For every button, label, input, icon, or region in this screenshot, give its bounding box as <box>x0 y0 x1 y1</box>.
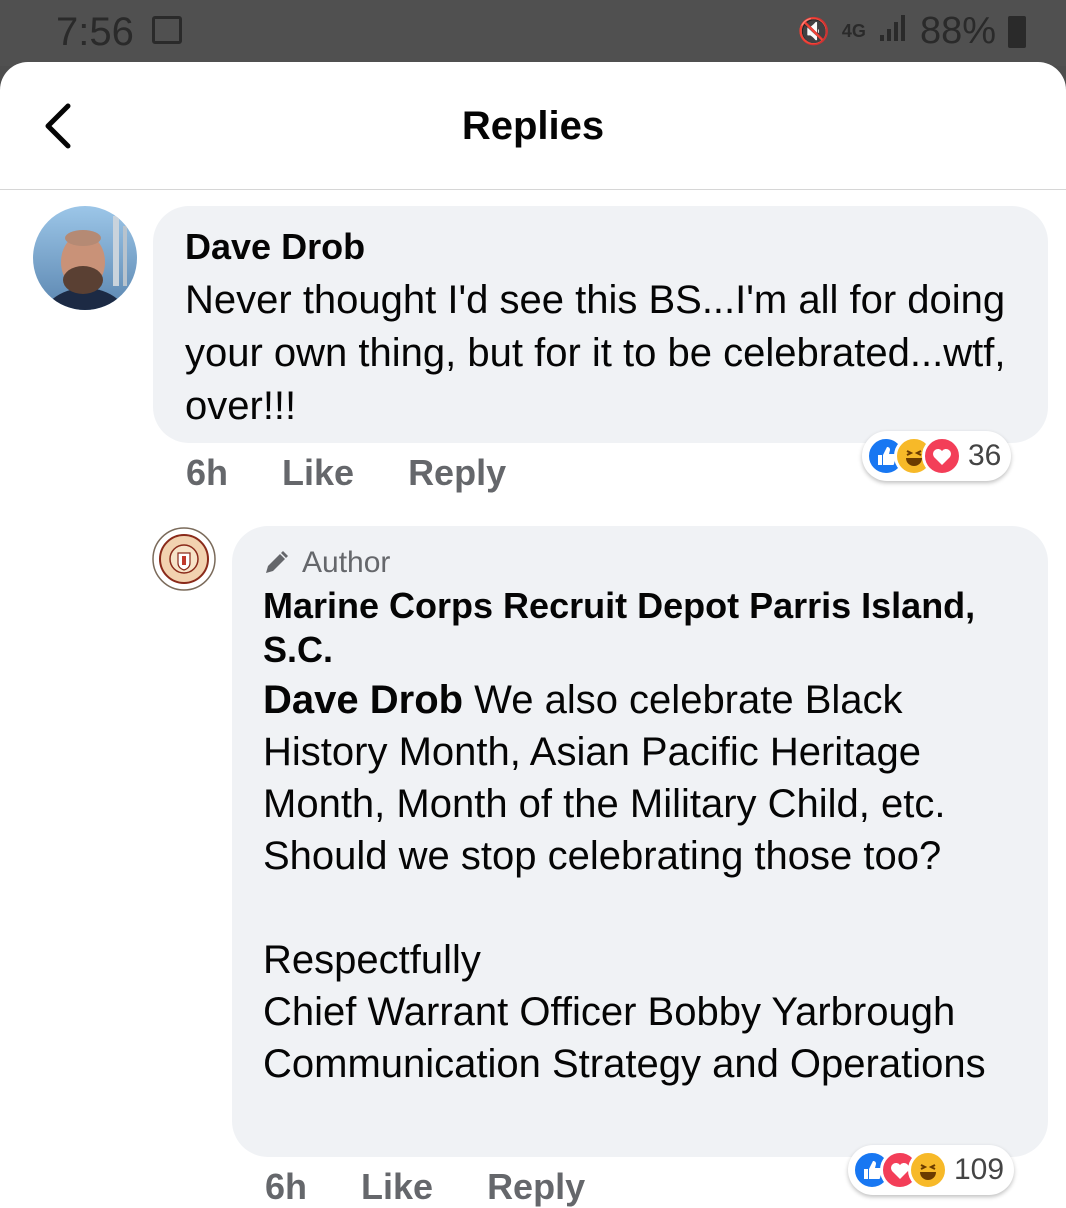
reaction-count: 109 <box>954 1153 1005 1186</box>
comment-body: We also celebrate Black History Month, A… <box>263 678 986 1086</box>
network-type: 4G <box>841 21 866 41</box>
reply-button[interactable]: Reply <box>487 1166 585 1208</box>
page-title: Replies <box>461 104 605 148</box>
comment-text: Dave Drob We also celebrate Black Histor… <box>263 674 1023 1090</box>
mute-icon: 🔇 <box>797 16 830 46</box>
gallery-notification-icon <box>152 16 182 44</box>
status-time: 7:56 <box>56 10 134 54</box>
comment-actions: 6h Like Reply <box>265 1166 639 1208</box>
author-badge: Author <box>262 546 390 580</box>
love-icon <box>922 436 962 476</box>
pencil-icon <box>266 551 288 573</box>
mention-link[interactable]: Dave Drob <box>263 678 463 722</box>
author-label: Author <box>302 546 391 579</box>
comment-actions: 6h Like Reply <box>186 452 560 494</box>
haha-icon <box>908 1150 948 1190</box>
battery-icon <box>1008 15 1026 48</box>
like-button[interactable]: Like <box>361 1166 433 1208</box>
like-button[interactable]: Like <box>282 452 354 494</box>
comment-author[interactable]: Dave Drob <box>185 226 365 268</box>
avatar[interactable] <box>152 527 216 591</box>
signal-icon <box>878 13 908 50</box>
battery-percent: 88% <box>919 10 996 52</box>
status-bar: 7:56 🔇 4G 88% <box>0 0 1066 66</box>
avatar[interactable] <box>33 206 137 310</box>
comment-time: 6h <box>265 1166 308 1207</box>
comment-author[interactable]: Marine Corps Recruit Depot Parris Island… <box>263 584 1023 672</box>
header: Replies <box>0 62 1066 190</box>
reaction-summary[interactable]: 36 <box>862 431 1012 481</box>
comment-time: 6h <box>186 452 229 493</box>
comment-text: Never thought I'd see this BS...I'm all … <box>185 278 1006 428</box>
reaction-summary[interactable]: 109 <box>848 1145 1015 1195</box>
reaction-count: 36 <box>968 439 1002 472</box>
reply-button[interactable]: Reply <box>408 452 506 494</box>
